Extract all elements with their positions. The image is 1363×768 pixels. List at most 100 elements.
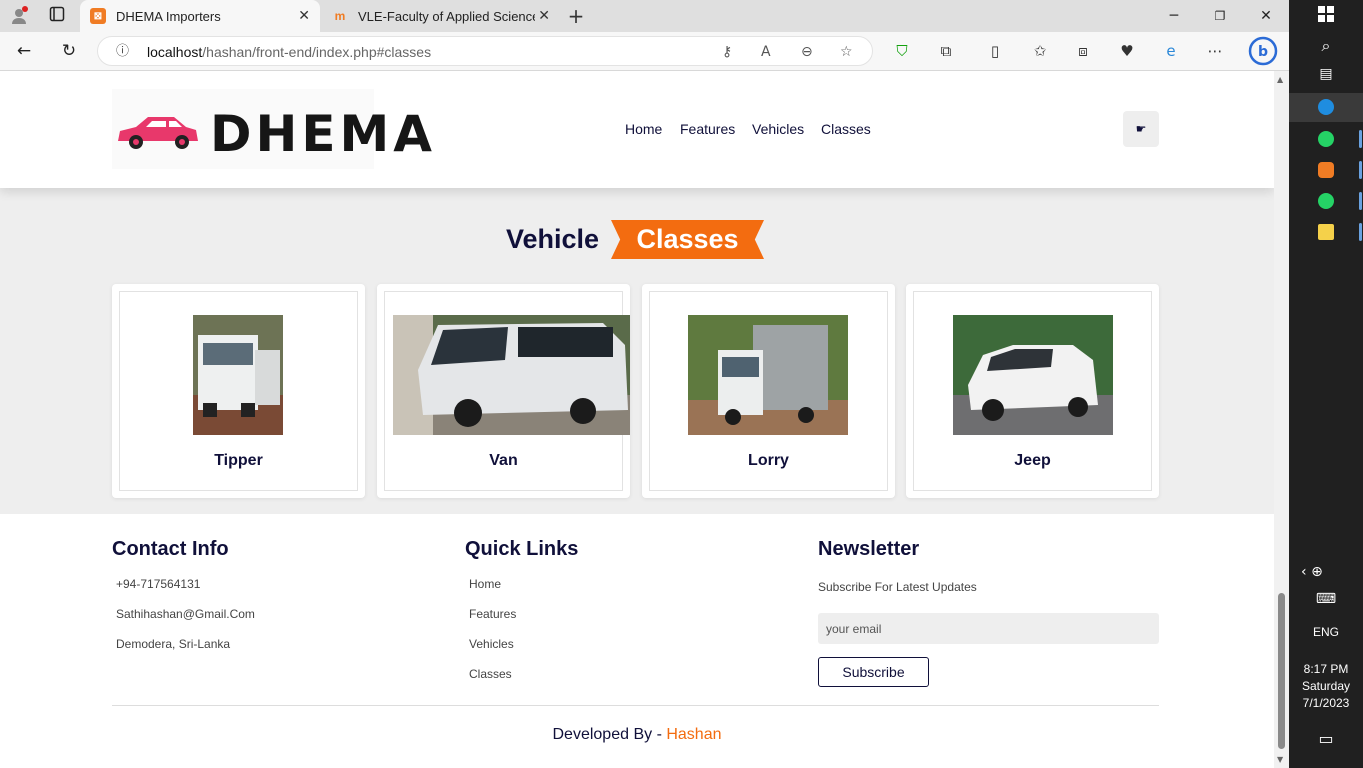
scrollbar-thumb[interactable] <box>1278 593 1285 749</box>
vehicle-name: Van <box>489 452 518 469</box>
vehicle-name: Lorry <box>748 452 789 469</box>
keyboard-icon[interactable]: ⌨ <box>1289 591 1363 607</box>
tab-bar: ⊠ DHEMA Importers ✕ m VLE-Faculty of App… <box>0 0 1289 32</box>
subscribe-button[interactable]: Subscribe <box>818 657 929 687</box>
refresh-icon[interactable]: ↻ <box>57 40 81 62</box>
url-path: /hashan/front-end/index.php#classes <box>202 44 432 60</box>
close-tab-icon[interactable]: ✕ <box>298 8 310 24</box>
footer-link-vehicles[interactable]: Vehicles <box>469 637 514 651</box>
edge-app-icon[interactable] <box>1318 99 1334 115</box>
logo-text: DHEMA <box>210 105 436 163</box>
contact-address: Demodera, Sri-Lanka <box>116 637 231 651</box>
newsletter-text: Subscribe For Latest Updates <box>818 580 977 594</box>
classes-section: Vehicle Classes Tipper Van Lorry Jeep <box>0 188 1274 514</box>
site-footer: Contact Info +94-717564131 Sathihashan@G… <box>0 514 1274 768</box>
car-logo-icon <box>118 117 198 149</box>
tab-title: DHEMA Importers <box>116 8 221 24</box>
running-indicator <box>1359 130 1362 148</box>
more-icon[interactable]: ⋯ <box>1203 40 1227 62</box>
email-input[interactable] <box>818 613 1159 644</box>
xampp-app-icon[interactable] <box>1318 162 1334 178</box>
running-indicator <box>1359 223 1362 241</box>
tab-vle[interactable]: m VLE-Faculty of Applied Science: L ✕ <box>322 0 560 32</box>
footer-link-home[interactable]: Home <box>469 577 501 591</box>
close-tab-icon[interactable]: ✕ <box>538 8 550 24</box>
show-hidden-icons[interactable]: ‹ ⊕ <box>1289 564 1363 580</box>
extensions-icon[interactable]: ⧉ <box>934 40 958 62</box>
vehicle-card-van[interactable]: Van <box>377 284 630 498</box>
scroll-up-icon[interactable]: ▲ <box>1277 75 1283 84</box>
contact-phone: +94-717564131 <box>116 577 201 591</box>
windows-taskbar: ⌕ ▤ ‹ ⊕ ⌨ ENG 8:17 PM Saturday 7/1/2023 … <box>1289 0 1363 768</box>
running-indicator <box>1359 161 1362 179</box>
newsletter-title: Newsletter <box>818 538 920 560</box>
jeep-image <box>953 315 1113 435</box>
page-scrollbar[interactable]: ▲ ▼ <box>1274 71 1289 768</box>
contact-email: Sathihashan@Gmail.Com <box>116 607 255 621</box>
shield-icon[interactable]: ⛉ <box>890 40 914 62</box>
favorite-star-icon[interactable]: ☆ <box>840 37 853 67</box>
nav-vehicles[interactable]: Vehicles <box>752 121 804 137</box>
clock-day: Saturday <box>1301 679 1351 693</box>
tab-actions-icon[interactable] <box>46 6 68 26</box>
tipper-image <box>193 315 283 435</box>
nav-classes[interactable]: Classes <box>821 121 871 137</box>
favorites-icon[interactable]: ✩ <box>1028 40 1052 62</box>
restore-icon[interactable]: ❐ <box>1197 0 1243 32</box>
nav-home[interactable]: Home <box>625 121 662 137</box>
site-header: DHEMA Home Features Vehicles Classes ☛ <box>0 71 1274 188</box>
vehicle-name: Jeep <box>1014 452 1051 469</box>
taskbar-clock[interactable]: 8:17 PM Saturday 7/1/2023 <box>1289 661 1363 712</box>
credit-author[interactable]: Hashan <box>666 726 721 743</box>
footer-link-classes[interactable]: Classes <box>469 667 512 681</box>
task-view-icon[interactable]: ▤ <box>1289 66 1363 82</box>
site-info-icon[interactable]: ⓘ <box>116 37 129 67</box>
close-window-icon[interactable]: ✕ <box>1243 0 1289 32</box>
developer-credit: Developed By - Hashan <box>0 726 1274 744</box>
web-page: DHEMA Home Features Vehicles Classes ☛ V… <box>0 71 1274 768</box>
back-icon[interactable]: ← <box>12 40 36 62</box>
pointing-hand-icon: ☛ <box>1135 122 1147 136</box>
language-indicator[interactable]: ENG <box>1289 625 1363 639</box>
xampp-icon: ⊠ <box>90 8 106 24</box>
vehicle-card-tipper[interactable]: Tipper <box>112 284 365 498</box>
read-aloud-icon[interactable]: A <box>761 37 771 67</box>
split-screen-icon[interactable]: ▯ <box>983 40 1007 62</box>
section-title-classes: Classes <box>611 220 764 259</box>
quick-links-title: Quick Links <box>465 538 579 560</box>
scroll-down-icon[interactable]: ▼ <box>1277 755 1283 764</box>
collections-icon[interactable]: ⧈ <box>1071 40 1095 62</box>
credit-prefix: Developed By - <box>552 726 667 743</box>
edge-bar-icon[interactable]: e <box>1159 40 1183 62</box>
nav-features[interactable]: Features <box>680 121 735 137</box>
notifications-icon[interactable]: ▭ <box>1289 729 1363 748</box>
vehicle-card-lorry[interactable]: Lorry <box>642 284 895 498</box>
site-logo[interactable]: DHEMA <box>112 89 432 169</box>
profile-icon[interactable] <box>8 6 30 26</box>
footer-link-features[interactable]: Features <box>469 607 516 621</box>
clock-time: 8:17 PM <box>1303 662 1349 676</box>
bing-chat-icon[interactable]: b <box>1248 36 1278 66</box>
tab-title: VLE-Faculty of Applied Science: L <box>358 8 535 24</box>
url-host: localhost <box>147 44 203 60</box>
performance-icon[interactable]: ♥ <box>1115 40 1139 62</box>
contact-title: Contact Info <box>112 538 229 560</box>
globe-icon: ⊕ <box>1311 564 1323 580</box>
address-bar-row: ← ↻ ⓘ localhost/hashan/front-end/index.p… <box>0 32 1289 71</box>
url-field[interactable]: ⓘ localhost/hashan/front-end/index.php#c… <box>97 36 873 66</box>
sticky-notes-icon[interactable] <box>1318 224 1334 240</box>
minimize-icon[interactable]: ─ <box>1151 0 1197 32</box>
zoom-icon[interactable]: ⊖ <box>801 37 813 67</box>
vehicle-name: Tipper <box>214 452 263 469</box>
whatsapp-icon[interactable] <box>1318 193 1334 209</box>
vehicle-card-jeep[interactable]: Jeep <box>906 284 1159 498</box>
moodle-icon: m <box>334 9 346 23</box>
key-icon[interactable]: ⚷ <box>722 37 732 67</box>
whatsapp-icon[interactable] <box>1318 131 1334 147</box>
new-tab-icon[interactable]: + <box>565 6 587 26</box>
windows-start-icon[interactable] <box>1289 6 1363 26</box>
menu-button[interactable]: ☛ <box>1123 111 1159 147</box>
search-icon[interactable]: ⌕ <box>1289 36 1363 56</box>
tab-dhema[interactable]: ⊠ DHEMA Importers ✕ <box>80 0 320 32</box>
lorry-image <box>688 315 848 435</box>
